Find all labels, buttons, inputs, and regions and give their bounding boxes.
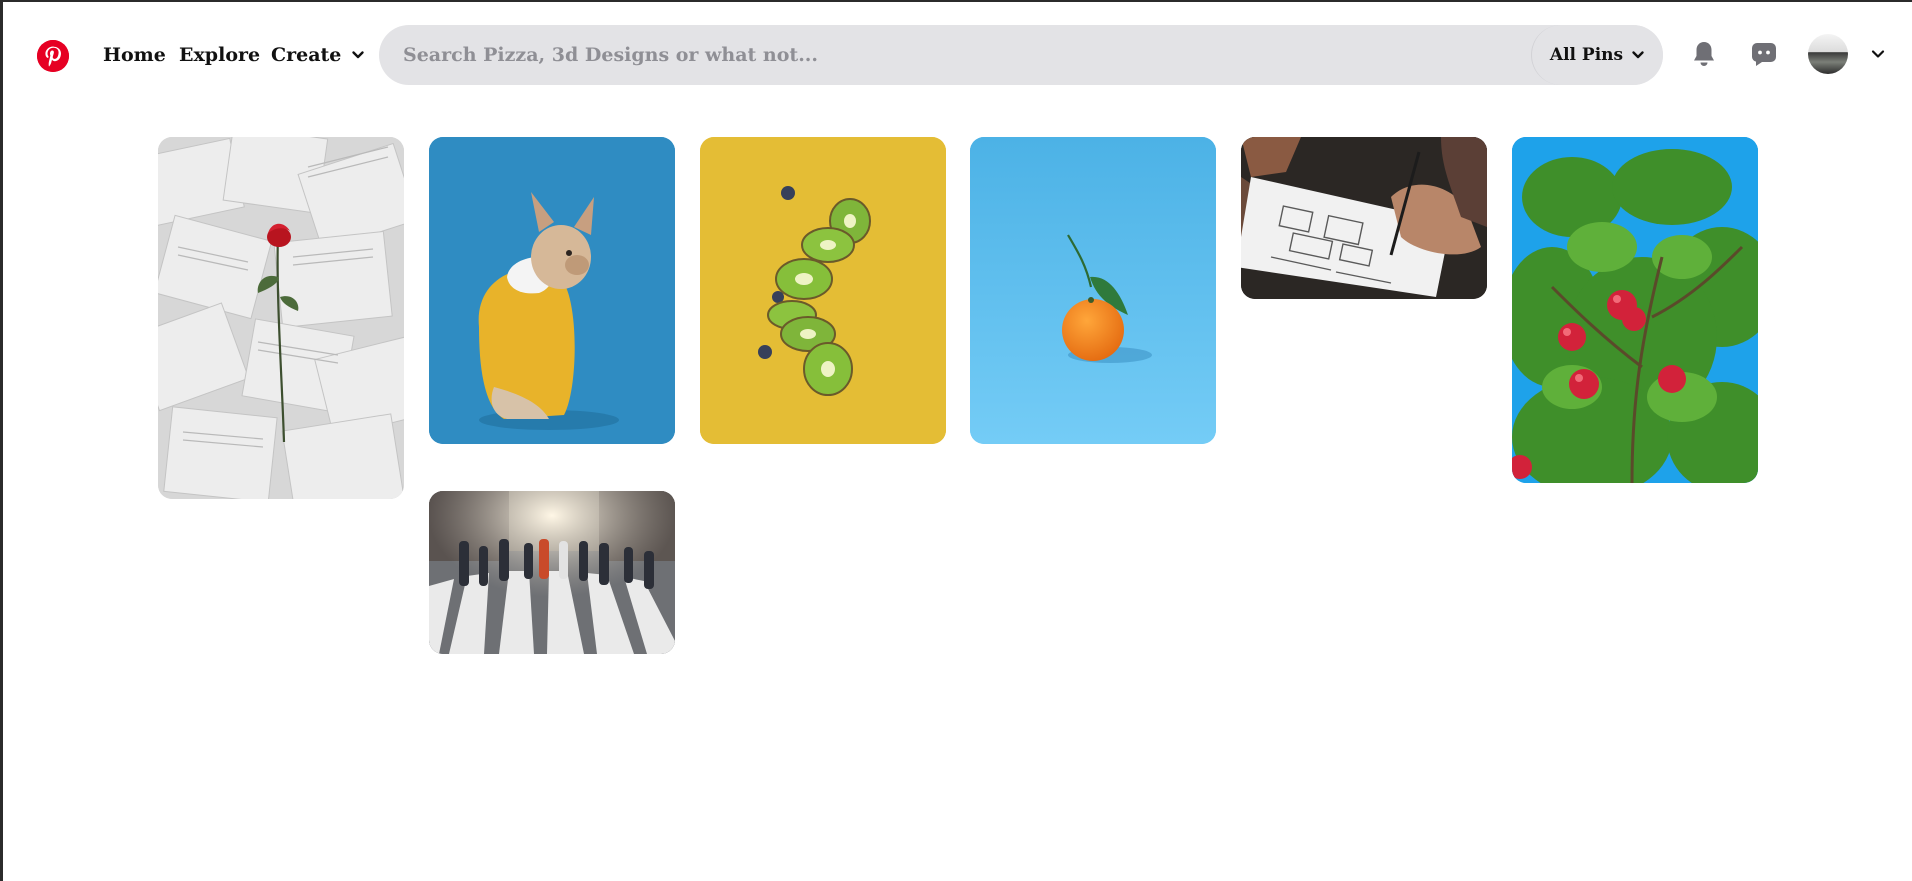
search-input[interactable] (403, 25, 1403, 85)
pin-image (1241, 137, 1487, 299)
messages-button[interactable] (1748, 38, 1780, 70)
nav-home-link[interactable]: Home (103, 44, 166, 66)
top-nav: Home Explore Create All Pins (0, 0, 1912, 110)
pin-card[interactable] (158, 137, 404, 499)
chat-icon (1752, 43, 1776, 66)
nav-create-menu[interactable]: Create (271, 44, 365, 66)
pin-image (1512, 137, 1758, 483)
search-scope-dropdown[interactable]: All Pins (1531, 25, 1663, 85)
pin-card[interactable] (700, 137, 946, 444)
pin-card[interactable] (1241, 137, 1487, 299)
pin-image (158, 137, 404, 499)
pin-image (970, 137, 1216, 444)
pin-image (700, 137, 946, 444)
search-bar: All Pins (379, 25, 1663, 85)
pin-card[interactable] (1512, 137, 1758, 483)
pin-card[interactable] (429, 137, 675, 444)
pinterest-p-glyph (37, 40, 69, 72)
search-scope-label: All Pins (1549, 45, 1624, 65)
nav-create-label: Create (271, 44, 342, 66)
pin-card[interactable] (429, 491, 675, 654)
bell-icon (1694, 42, 1714, 66)
pinterest-logo-icon[interactable] (37, 40, 69, 72)
chevron-down-icon[interactable] (1870, 46, 1886, 62)
pin-image (429, 491, 675, 654)
chevron-down-icon (352, 51, 365, 59)
pin-image (429, 137, 675, 444)
notifications-button[interactable] (1688, 38, 1720, 70)
chevron-down-icon (1632, 51, 1644, 59)
pin-card[interactable] (970, 137, 1216, 444)
nav-explore-link[interactable]: Explore (179, 44, 260, 66)
avatar[interactable] (1808, 34, 1848, 74)
